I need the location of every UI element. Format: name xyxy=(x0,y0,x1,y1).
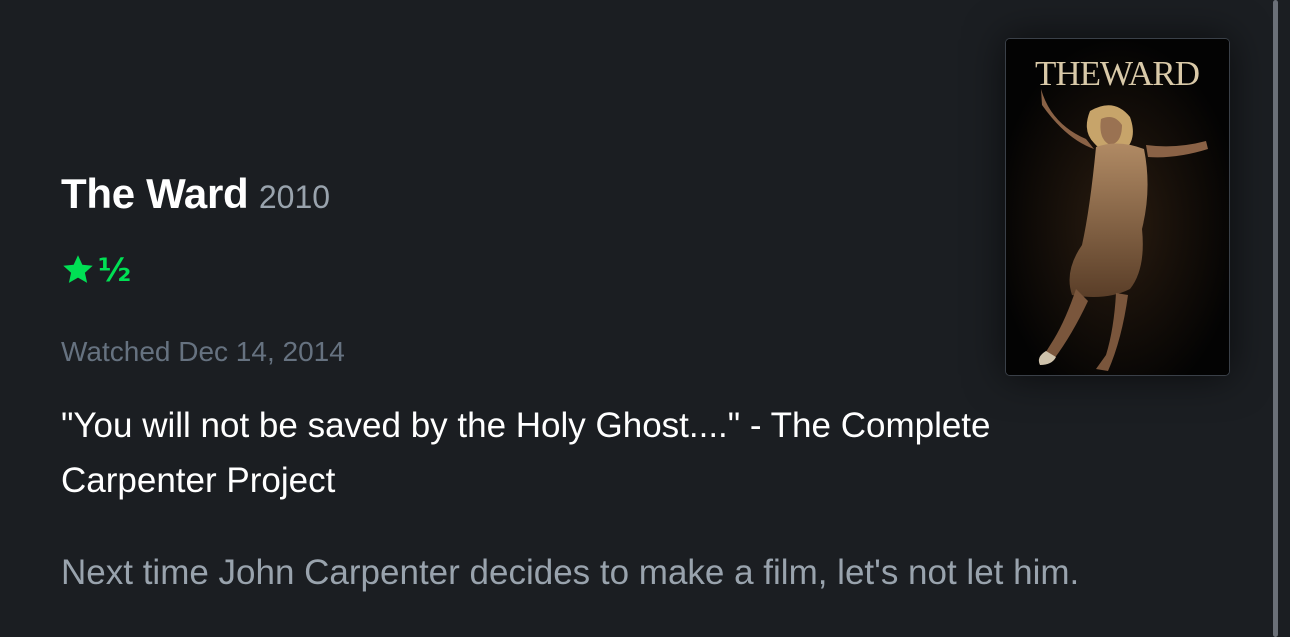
film-poster[interactable]: THEWARD xyxy=(1005,38,1230,376)
film-heading: The Ward 2010 xyxy=(61,170,330,218)
review-paragraph: "You will not be saved by the Holy Ghost… xyxy=(61,406,991,500)
watched-date: Watched Dec 14, 2014 xyxy=(61,336,345,367)
film-year[interactable]: 2010 xyxy=(259,179,330,215)
review-paragraph: Next time John Carpenter decides to make… xyxy=(61,553,1080,592)
poster-artwork: THEWARD xyxy=(1006,39,1229,375)
star-icon xyxy=(63,255,93,283)
star-rating: ½ xyxy=(60,250,131,290)
review-body: "You will not be saved by the Holy Ghost… xyxy=(61,398,1141,600)
poster-title: THEWARD xyxy=(1035,54,1199,93)
film-title[interactable]: The Ward xyxy=(61,170,249,217)
scrollbar[interactable] xyxy=(1273,0,1278,637)
half-star-icon: ½ xyxy=(98,251,132,289)
review-detail: The Ward 2010 ½ Watched Dec 14, 2014 "Yo… xyxy=(0,0,1290,637)
